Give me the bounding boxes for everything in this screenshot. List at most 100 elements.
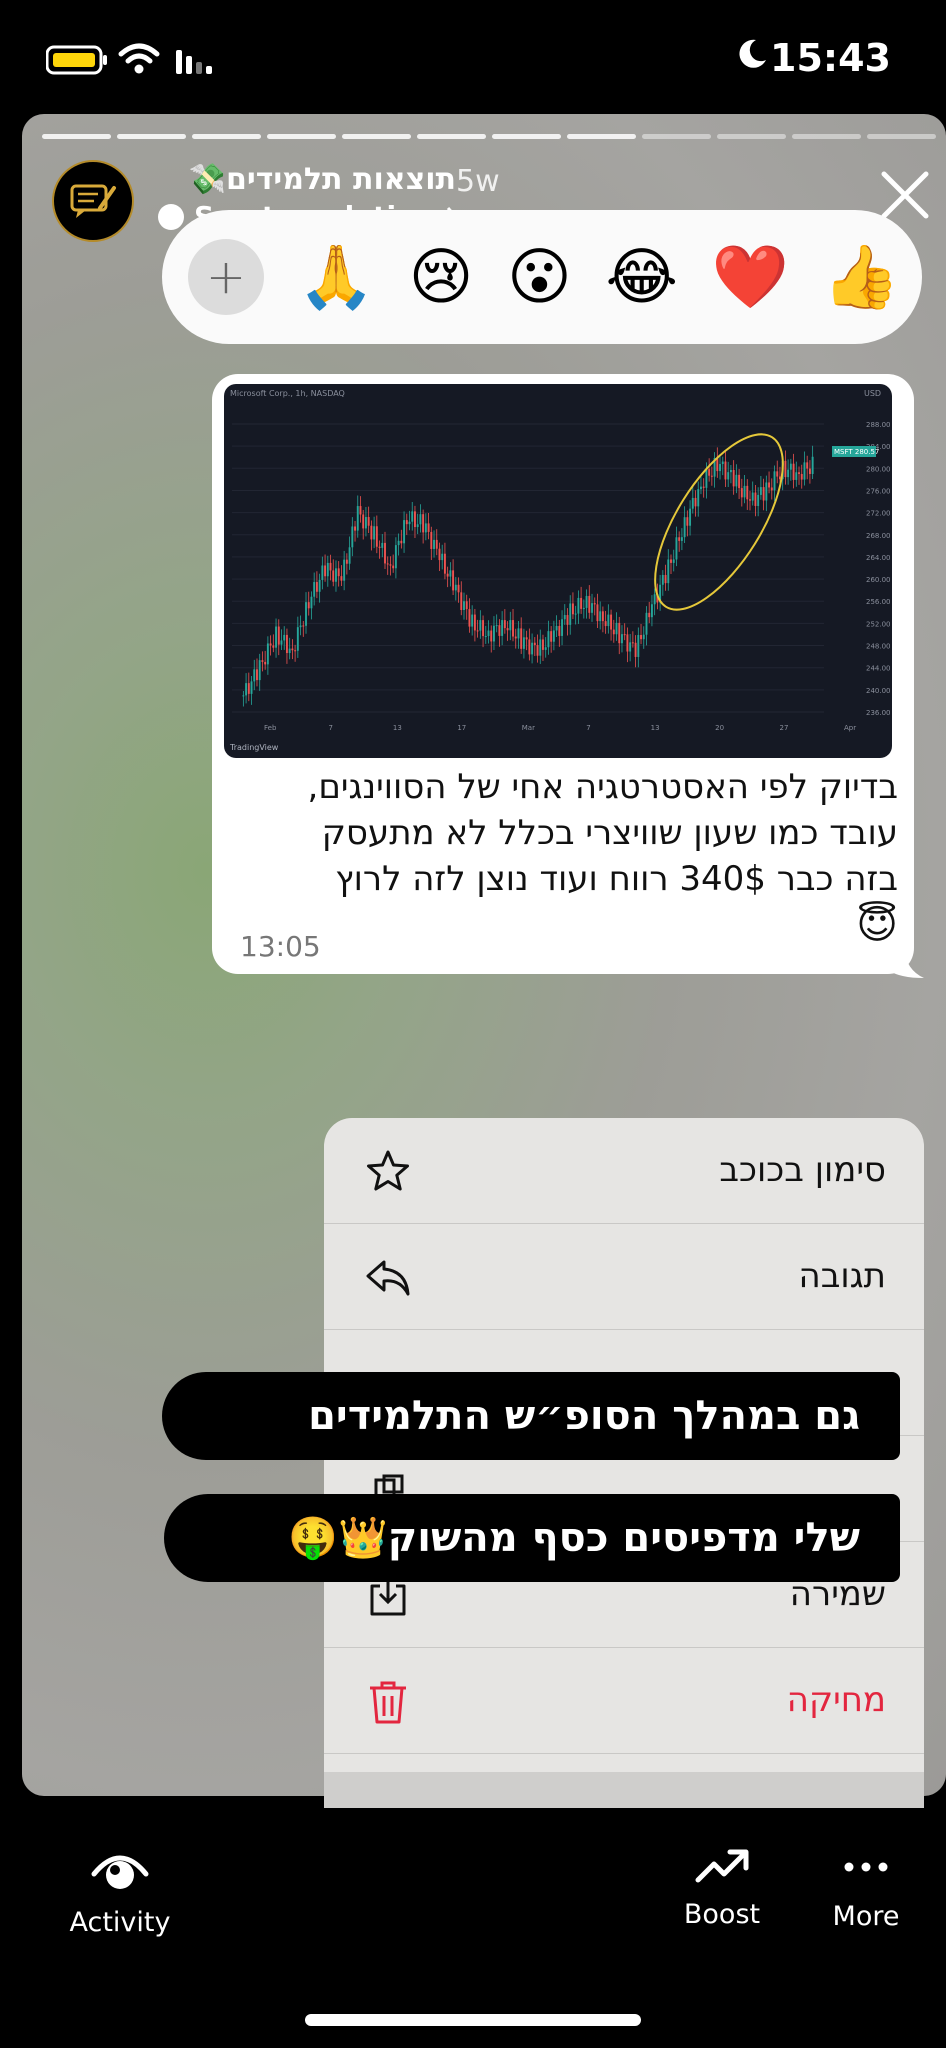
message-emoji: 😇	[856, 902, 898, 948]
message-text: בדיוק לפי האסטרטגיה אחי של הסווינגים, עו…	[248, 764, 898, 948]
activity-button[interactable]: Activity	[50, 1848, 190, 1938]
y-tick-label: 252.00	[866, 620, 891, 628]
candle-body	[479, 620, 482, 631]
candle-body	[694, 497, 697, 507]
y-tick-label: 244.00	[866, 665, 891, 673]
candle-body	[661, 574, 664, 585]
candle-body	[460, 592, 463, 611]
y-tick-label: 268.00	[866, 532, 891, 540]
candle-body	[299, 625, 302, 628]
message-line-3: בזה כבר 340$ רווח ועוד נוצן לזה לרוץ	[335, 859, 898, 899]
candle-body	[495, 625, 498, 627]
candle-body	[612, 629, 615, 635]
reaction-cry[interactable]: 😢	[409, 246, 474, 308]
candle-body	[503, 620, 506, 629]
menu-item-delete[interactable]: מחיקה	[324, 1648, 924, 1754]
boost-button[interactable]: Boost	[662, 1846, 782, 1930]
candle-body	[531, 642, 534, 655]
reaction-heart[interactable]: ❤️	[712, 246, 789, 308]
candle-body	[354, 526, 356, 531]
candle-body	[563, 615, 566, 620]
candle-body	[487, 630, 490, 637]
candle-body	[351, 526, 354, 548]
candle-body	[370, 525, 373, 540]
candle-body	[256, 669, 258, 681]
candle-body	[637, 635, 640, 657]
speech-bubble-icon	[158, 203, 184, 230]
reaction-wow[interactable]: 😮	[507, 246, 572, 308]
candle-body	[762, 487, 765, 501]
avatar[interactable]	[52, 160, 134, 242]
candle-body	[732, 469, 735, 487]
menu-item-star[interactable]: סימון בכוכב	[324, 1118, 924, 1224]
add-reaction-button[interactable]: +	[188, 239, 264, 315]
reaction-laugh[interactable]: 😂	[606, 246, 678, 308]
candle-body	[525, 637, 528, 640]
candle-body	[716, 457, 719, 472]
username-text[interactable]: תוצאות תלמידים	[226, 162, 456, 197]
candle-body	[253, 669, 256, 682]
candle-body	[571, 603, 574, 615]
candle-body	[337, 568, 340, 577]
candle-body	[727, 472, 730, 480]
candle-body	[296, 627, 299, 651]
candle-body	[305, 602, 307, 626]
story-username[interactable]: תוצאות תלמידים💸	[189, 162, 456, 197]
reaction-pray[interactable]: 🙏	[298, 246, 375, 308]
candle-body	[302, 625, 305, 627]
candle-body	[452, 570, 455, 591]
candle-body	[749, 499, 751, 501]
candle-body	[708, 469, 711, 476]
candle-body	[384, 542, 386, 564]
home-indicator[interactable]	[305, 2014, 641, 2026]
candle-body	[463, 601, 465, 611]
x-tick-label: 7	[586, 724, 590, 732]
candle-body	[806, 462, 809, 469]
candle-body	[610, 614, 613, 630]
candle-body	[787, 469, 790, 478]
candle-body	[517, 628, 520, 639]
candle-body	[582, 607, 585, 609]
menu-item-reply[interactable]: תגובה	[324, 1224, 924, 1330]
candle-body	[364, 517, 367, 529]
candle-body	[468, 609, 471, 627]
candle-body	[640, 635, 642, 640]
candle-body	[386, 563, 389, 565]
clock: 15:43	[770, 36, 891, 80]
candle-body	[618, 622, 621, 644]
candle-body	[422, 514, 425, 533]
candle-body	[743, 485, 746, 498]
trash-icon	[370, 1681, 406, 1724]
candle-body	[375, 526, 378, 547]
chart-image[interactable]: Microsoft Corp., 1h, NASDAQ USD 236.00 24…	[224, 384, 892, 758]
candle-body	[335, 568, 337, 582]
candle-body	[705, 469, 708, 488]
menu-item-label: מחיקה	[786, 1680, 886, 1720]
eye-icon	[91, 1855, 149, 1889]
candle-body	[588, 595, 591, 613]
candle-body	[427, 523, 430, 532]
candle-body	[757, 494, 760, 506]
candle-body	[555, 625, 558, 631]
candle-body	[593, 603, 596, 605]
reaction-thumbs-up[interactable]: 👍	[823, 246, 900, 308]
close-icon[interactable]	[878, 168, 932, 222]
candle-body	[569, 603, 572, 625]
menu-footer	[324, 1772, 924, 1808]
x-tick-label: Mar	[522, 724, 535, 732]
candle-body	[348, 547, 351, 564]
more-button[interactable]: More	[806, 1852, 926, 1932]
candle-body	[362, 514, 365, 529]
star-icon	[367, 1150, 409, 1191]
y-tick-label: 236.00	[866, 709, 891, 717]
candle-body	[629, 642, 632, 652]
candle-body	[501, 620, 504, 636]
chart-currency: USD	[864, 389, 881, 398]
tradingview-logo: TradingView	[229, 743, 279, 752]
moon-icon	[739, 39, 766, 68]
candle-body	[484, 636, 487, 638]
candle-body	[359, 506, 362, 515]
candle-body	[634, 642, 637, 657]
candle-body	[604, 621, 607, 627]
candle-body	[465, 601, 468, 610]
